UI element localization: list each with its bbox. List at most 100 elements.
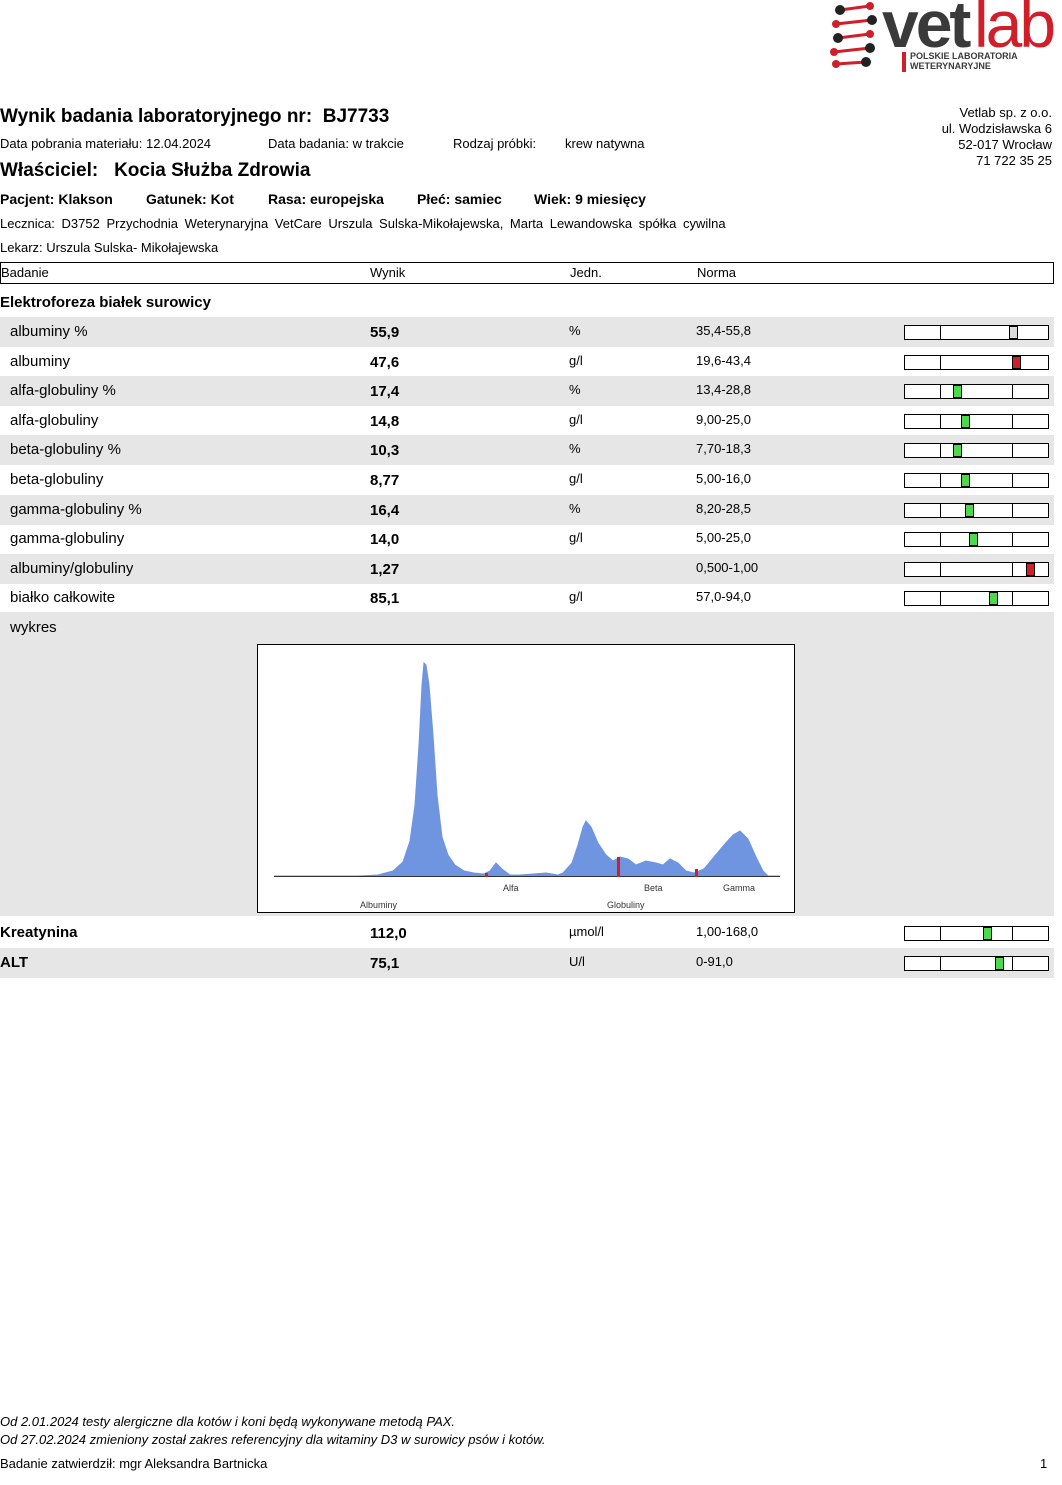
- col-norm: Norma: [697, 265, 737, 280]
- gauge-marker: [965, 503, 974, 517]
- table-row: beta-globuliny % 10,3% 7,70-18,3: [0, 435, 1054, 466]
- collection-date: Data pobrania materiału: 12.04.2024: [0, 136, 212, 151]
- page-number: 1: [1040, 1456, 1048, 1471]
- table-row: albuminy/globuliny 1,27 0,500-1,00: [0, 553, 1054, 584]
- table-row: beta-globuliny 8,77 g/l 5,00-16,0: [0, 465, 1054, 495]
- gauge-marker: [953, 385, 962, 399]
- result-norm: 5,00-16,0: [696, 471, 751, 486]
- patient: Pacjent: Klakson: [0, 191, 113, 207]
- result-unit: %: [569, 382, 581, 398]
- electrophoresis-chart: Alfa Beta Gamma Albuminy Globuliny: [257, 644, 795, 913]
- result-unit: g/l: [569, 352, 583, 368]
- result-norm: 35,4-55,8: [696, 323, 751, 338]
- range-gauge: [904, 384, 1049, 400]
- result-unit: g/l: [569, 411, 583, 427]
- gauge-marker: [1012, 355, 1021, 369]
- result-value: 47,6: [370, 353, 400, 371]
- test-name: alfa-globuliny %: [10, 382, 116, 400]
- report-number: BJ7733: [322, 106, 390, 127]
- test-name: beta-globuliny %: [10, 441, 121, 459]
- result-unit: %: [569, 441, 581, 457]
- range-gauge: [904, 443, 1049, 459]
- result-value: 55,9: [370, 324, 400, 341]
- result-value: 14,0: [370, 531, 400, 549]
- section-title: Elektroforeza białek surowicy: [0, 294, 211, 311]
- table-row: alfa-globuliny % 17,4% 13,4-28,8: [0, 376, 1054, 407]
- test-date: Data badania: w trakcie: [268, 136, 404, 151]
- gauge-tick: [940, 503, 941, 517]
- range-gauge: [904, 325, 1049, 340]
- gauge-marker: [989, 592, 998, 606]
- gauge-tick: [1012, 927, 1013, 940]
- breed: Rasa: europejska: [268, 191, 384, 207]
- footer-note-2: Od 27.02.2024 zmieniony został zakres re…: [0, 1432, 546, 1447]
- result-norm: 19,6-43,4: [696, 352, 751, 368]
- dna-helix-icon: [830, 2, 877, 68]
- logo-tagline: POLSKIE LABORATORIA WETERYNARYJNE: [910, 51, 1018, 71]
- result-norm: 7,70-18,3: [696, 441, 751, 457]
- label-albuminy: Albuminy: [360, 900, 398, 910]
- range-gauge: [904, 532, 1049, 548]
- table-header: Badanie Wynik Jedn. Norma: [0, 262, 1054, 284]
- electrophoresis-curve: [274, 661, 780, 877]
- table-row: białko całkowite 85,1 g/l 57,0-94,0: [0, 583, 1054, 613]
- test-name: gamma-globuliny: [10, 530, 125, 548]
- report-title: Wynik badania laboratoryjnego nr: BJ7733: [0, 106, 390, 127]
- label-globuliny: Globuliny: [607, 900, 645, 910]
- range-gauge: [904, 473, 1049, 488]
- col-test: Badanie: [1, 265, 49, 280]
- gauge-tick: [1012, 474, 1013, 487]
- test-name: ALT: [0, 953, 29, 971]
- result-norm: 1,00-168,0: [696, 924, 759, 939]
- result-unit: %: [569, 323, 581, 338]
- age: Wiek: 9 miesięcy: [534, 191, 646, 207]
- result-value: 1,27: [370, 560, 400, 578]
- table-row: ALT 75,1 U/l 0-91,0: [0, 947, 1054, 978]
- gauge-tick: [940, 592, 941, 606]
- range-gauge: [904, 413, 1049, 429]
- result-norm: 13,4-28,8: [696, 382, 751, 398]
- owner: Właściciel: Kocia Służba Zdrowia: [0, 160, 311, 181]
- gauge-tick: [940, 927, 941, 940]
- gauge-marker: [953, 444, 962, 458]
- gauge-tick: [940, 326, 941, 339]
- test-name: beta-globuliny: [10, 471, 104, 488]
- doctor: Lekarz: Urszula Sulska- Mikołajewska: [0, 240, 219, 255]
- range-gauge: [904, 955, 1049, 971]
- result-value: 75,1: [370, 954, 400, 972]
- result-norm: 8,20-28,5: [696, 500, 751, 516]
- sample-type: krew natywna: [565, 136, 645, 151]
- divider-alfa-beta: [617, 857, 620, 877]
- col-result: Wynik: [370, 265, 406, 280]
- divider-albuminy-alfa: [485, 873, 488, 877]
- gauge-tick: [940, 385, 941, 399]
- result-value: 16,4: [370, 501, 400, 519]
- vetlab-logo: vet lab POLSKIE LABORATORIA WETERYNARYJNE: [826, 0, 1058, 74]
- result-unit: g/l: [569, 589, 583, 605]
- result-norm: 5,00-25,0: [696, 530, 751, 546]
- test-name: albuminy: [10, 352, 71, 370]
- result-value: 85,1: [370, 590, 400, 608]
- species: Gatunek: Kot: [146, 191, 234, 207]
- gauge-marker: [969, 533, 978, 547]
- result-unit: µmol/l: [569, 924, 604, 939]
- table-row: gamma-globuliny 14,0 g/l 5,00-25,0: [0, 524, 1054, 554]
- sample-type-label: Rodzaj próbki:: [453, 136, 537, 151]
- gauge-tick: [940, 956, 941, 970]
- result-value: 14,8: [370, 412, 400, 430]
- gauge-tick: [1012, 592, 1013, 606]
- electrophoresis-plot: Alfa Beta Gamma Albuminy Globuliny: [274, 661, 780, 910]
- approved-by: Badanie zatwierdził: mgr Aleksandra Bart…: [0, 1456, 268, 1471]
- result-unit: U/l: [569, 953, 585, 969]
- result-value: 17,4: [370, 383, 400, 401]
- result-value: 10,3: [370, 442, 400, 460]
- label-beta: Beta: [644, 883, 663, 893]
- gauge-tick: [1012, 562, 1013, 576]
- table-row: albuminy % 55,9% 35,4-55,8: [0, 317, 1054, 347]
- result-norm: 0-91,0: [696, 953, 733, 969]
- result-norm: 9,00-25,0: [696, 411, 751, 427]
- label-gamma: Gamma: [723, 883, 755, 893]
- gauge-tick: [1012, 956, 1013, 970]
- test-name: albuminy %: [10, 323, 88, 340]
- range-gauge: [904, 354, 1049, 370]
